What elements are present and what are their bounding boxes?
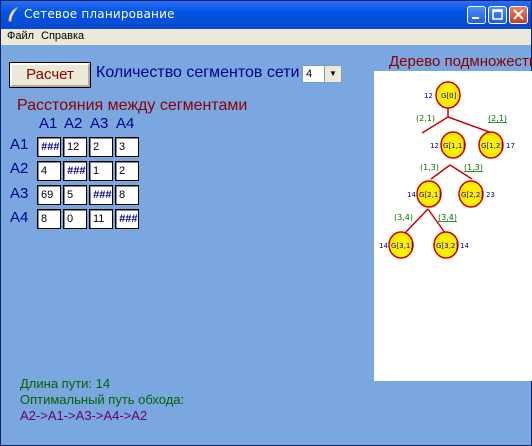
node-cost: 14 — [407, 191, 416, 199]
node-label: G[1,2] — [481, 142, 503, 150]
column-header: A3 — [90, 115, 109, 132]
node-label: G[2,2] — [461, 191, 483, 199]
window-title: Сетевое планирование — [24, 7, 175, 21]
path-length-label: Длина пути: 14 — [20, 376, 110, 391]
distance-cell[interactable]: 4 — [37, 161, 61, 181]
segments-count-select[interactable]: 4 ▼ — [302, 65, 342, 83]
row-header: A2 — [10, 160, 29, 177]
distance-cell[interactable]: ### — [89, 185, 113, 205]
feather-icon — [8, 7, 19, 22]
chevron-down-icon[interactable]: ▼ — [324, 66, 341, 82]
distances-title: Расстояния между сегментами — [17, 97, 248, 114]
edge-label: (1,3) — [464, 163, 483, 172]
app-window: Сетевое планирование Файл Справка Расчет… — [0, 0, 532, 446]
column-header: A2 — [64, 115, 83, 132]
optimal-path-label: Оптимальный путь обхода: — [20, 392, 185, 407]
node-cost: 23 — [486, 191, 495, 199]
distance-cell[interactable]: ### — [63, 161, 87, 181]
distance-cell[interactable]: 1 — [89, 161, 113, 181]
calculate-button[interactable]: Расчет — [10, 63, 90, 87]
path-length-text: Длина пути: — [20, 376, 93, 391]
column-header: A1 — [39, 115, 58, 132]
maximize-icon — [492, 9, 503, 20]
segments-count-label: Количество сегментов сети — [96, 64, 300, 81]
maximize-button[interactable] — [488, 6, 507, 24]
optimal-path-value: A2->A1->A3->A4->A2 — [20, 408, 148, 423]
node-label: G[3,2] — [436, 242, 458, 250]
distance-cell[interactable]: 8 — [115, 185, 139, 205]
edge-label: (2,1) — [488, 114, 507, 123]
distance-cell[interactable]: 5 — [63, 185, 87, 205]
node-cost: 12 — [430, 142, 439, 150]
node-cost: 14 — [379, 242, 388, 250]
distance-cell[interactable]: 3 — [115, 137, 139, 157]
edge-label: (3,4) — [438, 213, 457, 222]
subset-tree-diagram: (2,1) (2,1) (1,3) (1,3) (3,4) (3,4) G[0]… — [379, 81, 515, 259]
node-label: G[2,1] — [419, 191, 441, 199]
row-header: A1 — [10, 136, 29, 153]
minimize-icon — [472, 17, 479, 19]
path-length-value: 14 — [95, 376, 111, 391]
distance-cell[interactable]: 0 — [63, 209, 87, 229]
tree-title: Дерево подмножеств — [389, 53, 532, 70]
menu-file[interactable]: Файл — [7, 30, 34, 42]
node-label: G[1,1] — [443, 142, 465, 150]
distance-cell[interactable]: 2 — [89, 137, 113, 157]
edge-label: (3,4) — [394, 213, 413, 222]
distance-cell[interactable]: 11 — [89, 209, 113, 229]
tree-panel: (2,1) (2,1) (1,3) (1,3) (3,4) (3,4) G[0]… — [374, 71, 532, 381]
distance-cell[interactable]: ### — [37, 137, 61, 157]
node-cost: 14 — [460, 242, 469, 250]
edge-label: (2,1) — [416, 114, 435, 123]
minimize-button[interactable] — [467, 6, 486, 24]
node-cost: 17 — [506, 142, 515, 150]
node-cost: 12 — [424, 92, 433, 100]
distance-cell[interactable]: 2 — [115, 161, 139, 181]
distance-cell[interactable]: 12 — [63, 137, 87, 157]
menu-bar: Файл Справка — [1, 29, 531, 45]
node-label: G[0] — [441, 92, 457, 100]
row-header: A3 — [10, 185, 29, 202]
close-icon — [513, 9, 524, 20]
title-bar[interactable]: Сетевое планирование — [1, 1, 531, 29]
row-header: A4 — [10, 209, 29, 226]
distance-cell[interactable]: 8 — [37, 209, 61, 229]
distance-cell[interactable]: 69 — [37, 185, 61, 205]
segments-count-value: 4 — [306, 68, 313, 80]
tree-edge — [447, 116, 493, 134]
column-header: A4 — [116, 115, 135, 132]
menu-help[interactable]: Справка — [41, 30, 84, 42]
node-label: G[3,1] — [391, 242, 413, 250]
distance-cell[interactable]: ### — [115, 209, 139, 229]
close-button[interactable] — [509, 6, 528, 24]
edge-label: (1,3) — [420, 163, 439, 172]
